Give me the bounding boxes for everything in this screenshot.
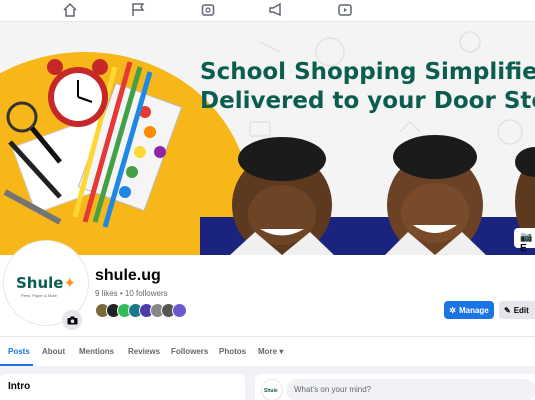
active-tab-indicator	[0, 364, 33, 366]
manage-label: Manage	[458, 305, 489, 315]
pencil-icon: ✎	[504, 305, 511, 315]
children-photo	[200, 135, 535, 255]
edit-page-button[interactable]: ✎ Edit	[499, 301, 535, 319]
edit-cover-button[interactable]: 📷 E	[514, 228, 535, 254]
manage-icon: ✲	[449, 305, 456, 315]
cover-headline-line1: School Shopping Simplifie	[200, 59, 535, 85]
logo-wordmark: Shule	[16, 274, 64, 292]
page-tabs: Posts About Mentions Reviews Followers P…	[0, 336, 535, 366]
video-icon[interactable]	[337, 2, 353, 18]
tab-mentions[interactable]: Mentions	[79, 347, 114, 356]
composer-avatar[interactable]: Shule	[261, 379, 283, 400]
home-icon[interactable]	[62, 2, 78, 18]
page-stats[interactable]: 9 likes • 10 followers	[95, 289, 168, 298]
camera-icon	[67, 316, 77, 324]
tab-reviews[interactable]: Reviews	[128, 347, 160, 356]
edit-cover-label: E	[520, 243, 527, 254]
tab-more[interactable]: More ▾	[258, 347, 283, 356]
intro-title: Intro	[8, 381, 31, 392]
whats-on-your-mind-input[interactable]: What's on your mind?	[286, 379, 535, 400]
manage-button[interactable]: ✲ Manage	[444, 301, 494, 319]
tab-followers[interactable]: Followers	[171, 347, 208, 356]
profile-header: Shule✦ Pens, Paper & More shule.ug 9 lik…	[0, 241, 535, 336]
camera-icon: 📷	[520, 232, 533, 243]
cover-headline-line2: Delivered to your Door Ste	[200, 88, 535, 114]
cover-photo: School Shopping Simplifie Delivered to y…	[0, 22, 535, 255]
cover-headline: School Shopping Simplifie Delivered to y…	[200, 58, 535, 116]
top-navigation-bar	[0, 0, 535, 22]
follower-avatar[interactable]	[172, 303, 187, 318]
tab-posts[interactable]: Posts	[8, 347, 30, 356]
bird-logo-icon: ✦	[63, 274, 77, 292]
edit-label: Edit	[513, 305, 529, 315]
tab-photos[interactable]: Photos	[219, 347, 246, 356]
avatar-logo-text: Shule✦	[16, 274, 76, 292]
flag-icon[interactable]	[130, 2, 146, 18]
page-name: shule.ug	[95, 267, 161, 284]
follower-avatars[interactable]	[95, 303, 187, 319]
megaphone-icon[interactable]	[268, 2, 284, 18]
tab-about[interactable]: About	[42, 347, 65, 356]
post-composer: Shule What's on your mind?	[255, 374, 535, 400]
update-avatar-button[interactable]	[62, 310, 82, 330]
intro-card: Intro	[0, 374, 245, 400]
school-supplies-illustration	[3, 59, 183, 228]
marketplace-icon[interactable]	[200, 2, 216, 18]
avatar-tagline: Pens, Paper & More	[21, 293, 58, 298]
